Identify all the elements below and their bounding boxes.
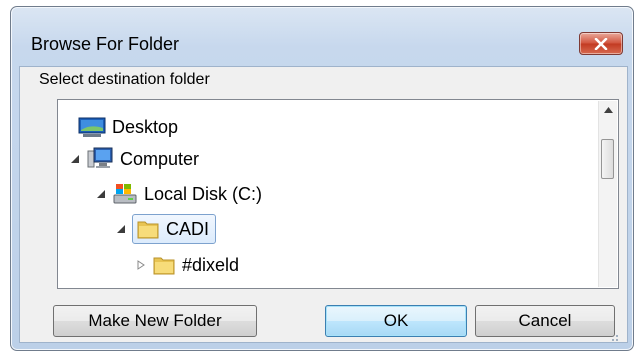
tree-item-label: Computer (120, 148, 200, 169)
resize-grip-icon[interactable] (607, 330, 619, 342)
folder-tree[interactable]: Desktop Computer Local Disk (C:) CADI #d… (57, 99, 619, 289)
scrollbar-thumb[interactable] (601, 139, 614, 179)
destination-prompt-label: Select destination folder (39, 71, 210, 88)
computer-icon (87, 147, 113, 168)
scroll-up-arrow-icon (603, 107, 613, 113)
folder-icon (153, 257, 175, 275)
ok-button[interactable]: OK (325, 305, 467, 337)
make-new-folder-button[interactable]: Make New Folder (53, 305, 257, 337)
tree-item-desktop[interactable]: Desktop (78, 112, 178, 142)
browse-folder-dialog: Browse For Folder Select destination fol… (10, 6, 634, 351)
collapsed-arrow-icon[interactable] (134, 258, 148, 272)
selected-highlight[interactable]: CADI (132, 214, 217, 244)
tree-item-label: Local Disk (C:) (144, 183, 263, 204)
scroll-up-button[interactable] (599, 101, 617, 119)
expanded-arrow-icon[interactable] (68, 152, 82, 166)
tree-item-label: CADI (166, 218, 210, 239)
drive-icon (113, 184, 137, 204)
desktop-icon (78, 117, 106, 137)
cancel-button[interactable]: Cancel (475, 305, 615, 337)
tree-item-dixeld[interactable]: #dixeld (134, 250, 239, 280)
tree-item-label: #dixeld (182, 254, 240, 275)
tree-vertical-scrollbar[interactable] (598, 101, 617, 287)
close-icon (594, 37, 608, 50)
tree-item-local-disk[interactable]: Local Disk (C:) (94, 179, 262, 209)
tree-item-label: Desktop (112, 116, 179, 137)
tree-item-cadi[interactable]: CADI (114, 214, 217, 244)
folder-icon (137, 221, 159, 239)
expanded-arrow-icon[interactable] (94, 187, 108, 201)
close-button[interactable] (579, 32, 623, 55)
tree-item-computer[interactable]: Computer (68, 144, 199, 174)
dialog-title: Browse For Folder (31, 34, 180, 54)
expanded-arrow-icon[interactable] (114, 222, 128, 236)
